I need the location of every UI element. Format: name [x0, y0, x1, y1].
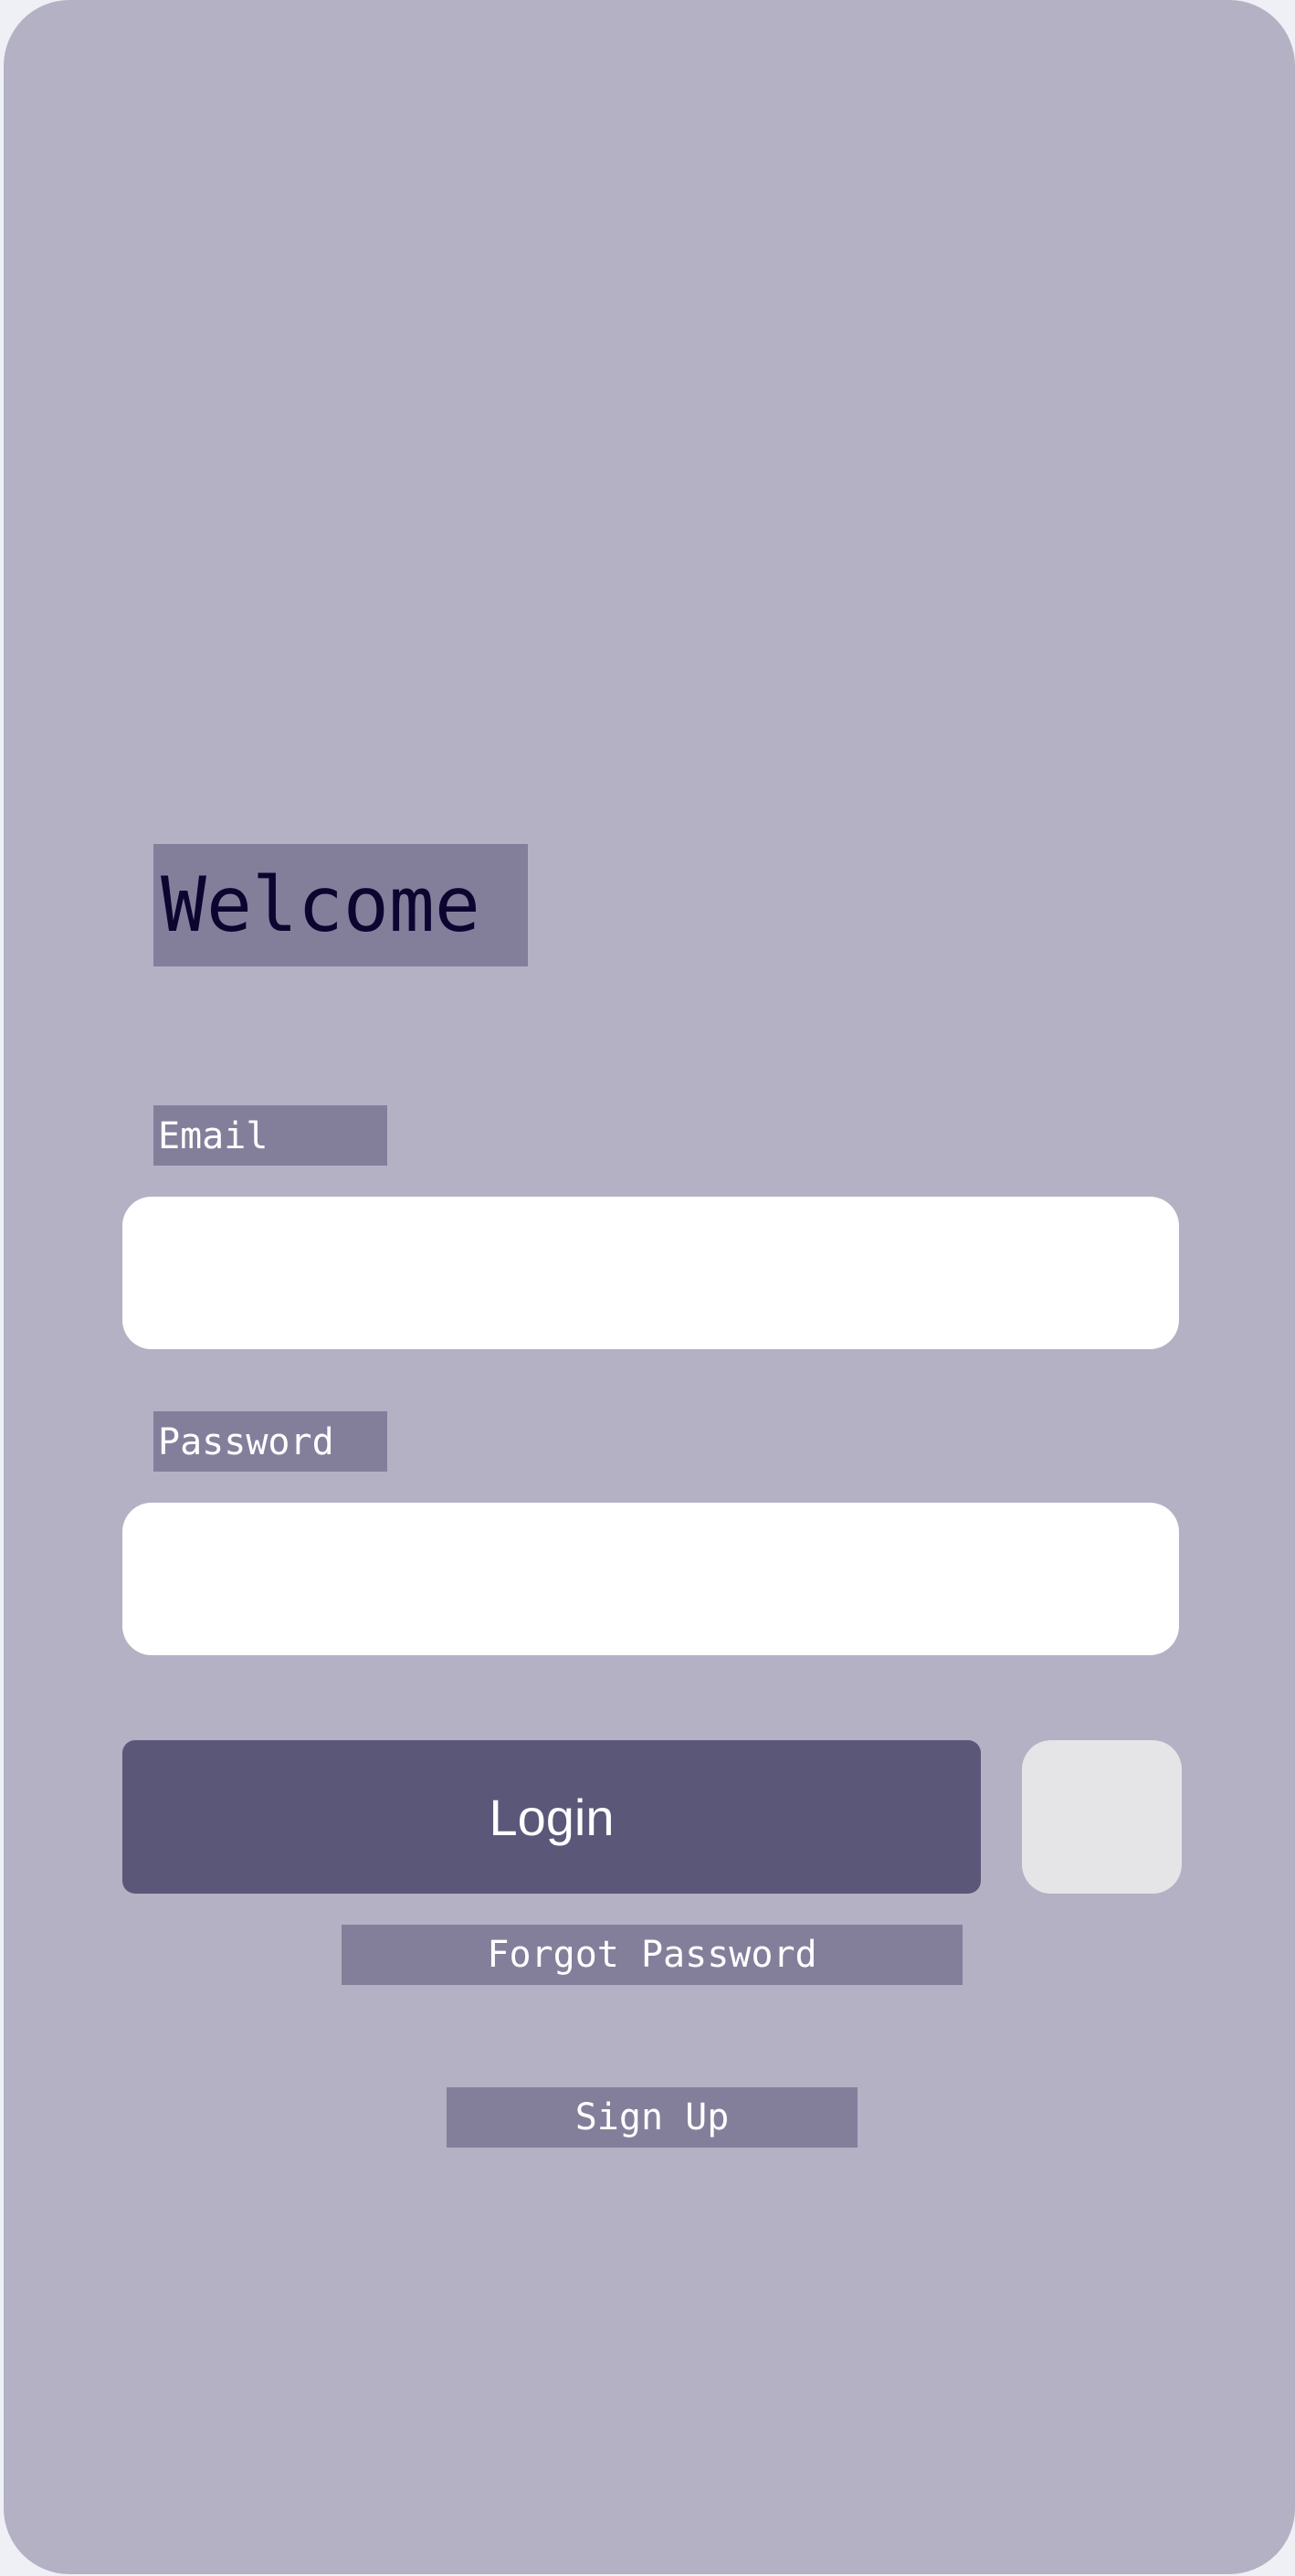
login-button[interactable]: Login	[122, 1740, 981, 1894]
email-field[interactable]	[122, 1197, 1179, 1349]
welcome-title: Welcome	[153, 844, 528, 966]
password-field[interactable]	[122, 1503, 1179, 1655]
sign-up-link[interactable]: Sign Up	[447, 2087, 858, 2148]
password-label: Password	[153, 1411, 387, 1472]
forgot-password-link[interactable]: Forgot Password	[342, 1925, 963, 1985]
email-label: Email	[153, 1105, 387, 1166]
login-screen: Welcome Email Password Login Forgot Pass…	[4, 0, 1295, 2574]
secondary-button[interactable]	[1022, 1740, 1182, 1894]
